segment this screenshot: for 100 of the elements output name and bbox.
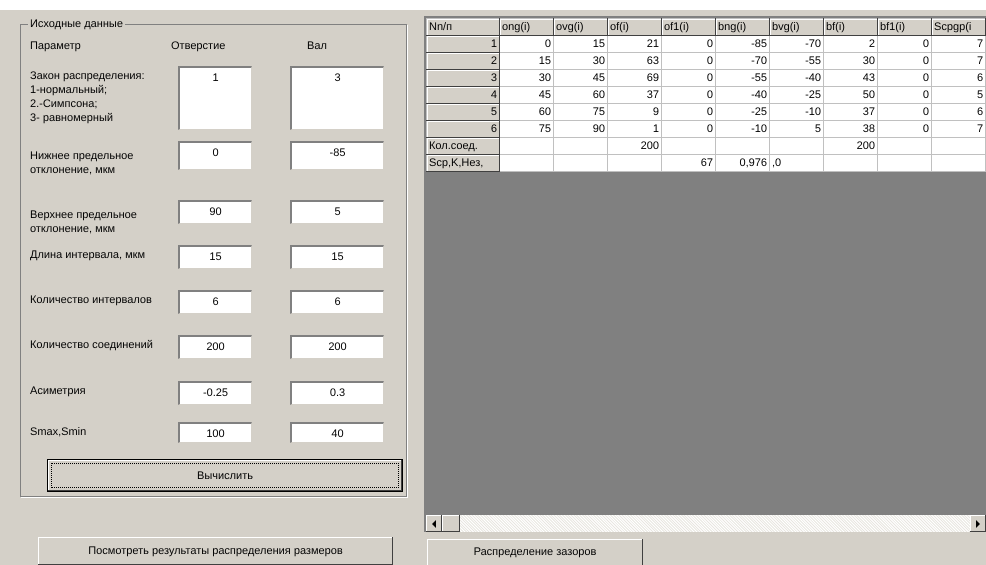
table-cell: 5 — [814, 122, 821, 134]
table-cell: -40 — [751, 88, 767, 100]
left-arrow-icon — [431, 520, 437, 528]
row-header: 4 — [426, 86, 500, 104]
table-cell: 60 — [592, 88, 605, 100]
table-cell: 30 — [592, 54, 605, 66]
table-cell: 7 — [977, 54, 984, 66]
table-cell: 7 — [977, 122, 984, 134]
table-cell: 0 — [922, 38, 929, 50]
table-cell: 0 — [922, 88, 929, 100]
table-cell: -85 — [751, 38, 767, 50]
row-header: 5 — [426, 104, 500, 120]
table-cell: -55 — [751, 72, 767, 84]
table-cell: -25 — [751, 106, 767, 118]
input-field[interactable]: 3 — [290, 66, 384, 130]
scroll-left-button[interactable] — [426, 515, 442, 532]
table-cell: 63 — [646, 54, 659, 66]
input-field[interactable]: 200 — [290, 335, 384, 359]
row-header: 3 — [426, 70, 500, 86]
table-cell: 0,976 — [739, 156, 767, 168]
input-field[interactable]: 6 — [290, 290, 384, 314]
table-cell: 45 — [538, 88, 551, 100]
column-header: of1(i) — [662, 18, 716, 36]
parameter-label: Нижнее предельное отклонение, мкм — [30, 149, 134, 177]
table-cell: 67 — [700, 156, 713, 168]
table-cell: 69 — [646, 72, 659, 84]
input-field[interactable]: -0.25 — [178, 381, 252, 405]
table-cell: 0 — [706, 72, 713, 84]
table-cell: 0 — [706, 106, 713, 118]
column-header: Параметр — [30, 40, 82, 54]
table-cell: 6 — [977, 106, 984, 118]
table-cell: 43 — [862, 72, 875, 84]
calculate-button[interactable]: Вычислить — [47, 459, 403, 492]
table-cell: 37 — [646, 88, 659, 100]
table-cell: 1 — [652, 122, 659, 134]
row-header: 6 — [426, 120, 500, 138]
table-cell: 60 — [538, 106, 551, 118]
input-field[interactable]: 0 — [178, 141, 252, 170]
table-cell: -40 — [805, 72, 821, 84]
parameter-label: Количество соединений — [30, 338, 154, 352]
column-header: bvg(i) — [770, 18, 824, 36]
table-cell: 15 — [538, 54, 551, 66]
table-cell: -70 — [751, 54, 767, 66]
table-cell: 30 — [862, 54, 875, 66]
parameter-label: Длина интервала, мкм — [30, 248, 146, 262]
table-cell: 38 — [862, 122, 875, 134]
parameter-label: Количество интервалов — [30, 293, 153, 307]
input-field[interactable]: 0.3 — [290, 381, 384, 405]
table-cell: 5 — [977, 88, 984, 100]
input-field[interactable]: 40 — [290, 422, 384, 443]
group-title: Исходные данные — [29, 18, 124, 30]
row-header: 1 — [426, 36, 500, 52]
table-cell: 200 — [856, 140, 875, 152]
parameter-label: Верхнее предельное отклонение, мкм — [30, 208, 138, 236]
results-button[interactable]: Посмотреть результаты распределения размеров — [38, 537, 393, 565]
input-field[interactable]: 90 — [178, 200, 252, 224]
row-header: Кол.соед. — [426, 138, 500, 154]
table-cell: 0 — [922, 106, 929, 118]
table-cell: 30 — [538, 72, 551, 84]
input-field[interactable]: 1 — [178, 66, 252, 130]
column-header: ovg(i) — [554, 18, 608, 36]
table-cell: 75 — [592, 106, 605, 118]
column-header: of(i) — [608, 18, 662, 36]
parameter-label: Закон распределения: 1-нормальный; 2.-Симпсона; 3- равномерный — [30, 69, 146, 125]
row-header: Scp,K,Нез, — [426, 154, 500, 172]
parameter-label: Асиметрия — [30, 384, 87, 398]
row-header: 2 — [426, 52, 500, 70]
gaps-button[interactable]: Распределение зазоров — [427, 539, 643, 565]
input-field[interactable]: 15 — [178, 245, 252, 269]
table-cell: -25 — [805, 88, 821, 100]
input-field[interactable]: 6 — [178, 290, 252, 314]
input-field[interactable]: 200 — [178, 335, 252, 359]
table-cell: 15 — [592, 38, 605, 50]
column-header: Отверстие — [170, 40, 226, 54]
table-cell: 0 — [544, 38, 551, 50]
column-header: bf(i) — [824, 18, 878, 36]
table-cell: 2 — [868, 38, 875, 50]
table-cell: 200 — [640, 140, 659, 152]
table-cell: 6 — [977, 72, 984, 84]
table-cell: 0 — [922, 122, 929, 134]
table-cell: 75 — [538, 122, 551, 134]
column-header: Nn/п — [426, 18, 500, 36]
table-cell: 0 — [706, 54, 713, 66]
table-cell: 0 — [706, 88, 713, 100]
table-cell: -10 — [751, 122, 767, 134]
column-header: Вал — [307, 40, 327, 54]
scroll-thumb[interactable] — [442, 515, 460, 532]
table-cell: 7 — [977, 38, 984, 50]
table-cell: 9 — [652, 106, 659, 118]
input-field[interactable]: -85 — [290, 141, 384, 170]
table-cell: -10 — [805, 106, 821, 118]
table-cell: 21 — [646, 38, 659, 50]
column-header: bf1(i) — [878, 18, 932, 36]
input-field[interactable]: 15 — [290, 245, 384, 269]
right-arrow-icon — [975, 520, 981, 528]
scroll-right-button[interactable] — [970, 515, 986, 532]
column-header: Scpgp(i — [932, 18, 986, 36]
table-cell: 50 — [862, 88, 875, 100]
input-field[interactable]: 100 — [178, 422, 252, 443]
input-field[interactable]: 5 — [290, 200, 384, 224]
